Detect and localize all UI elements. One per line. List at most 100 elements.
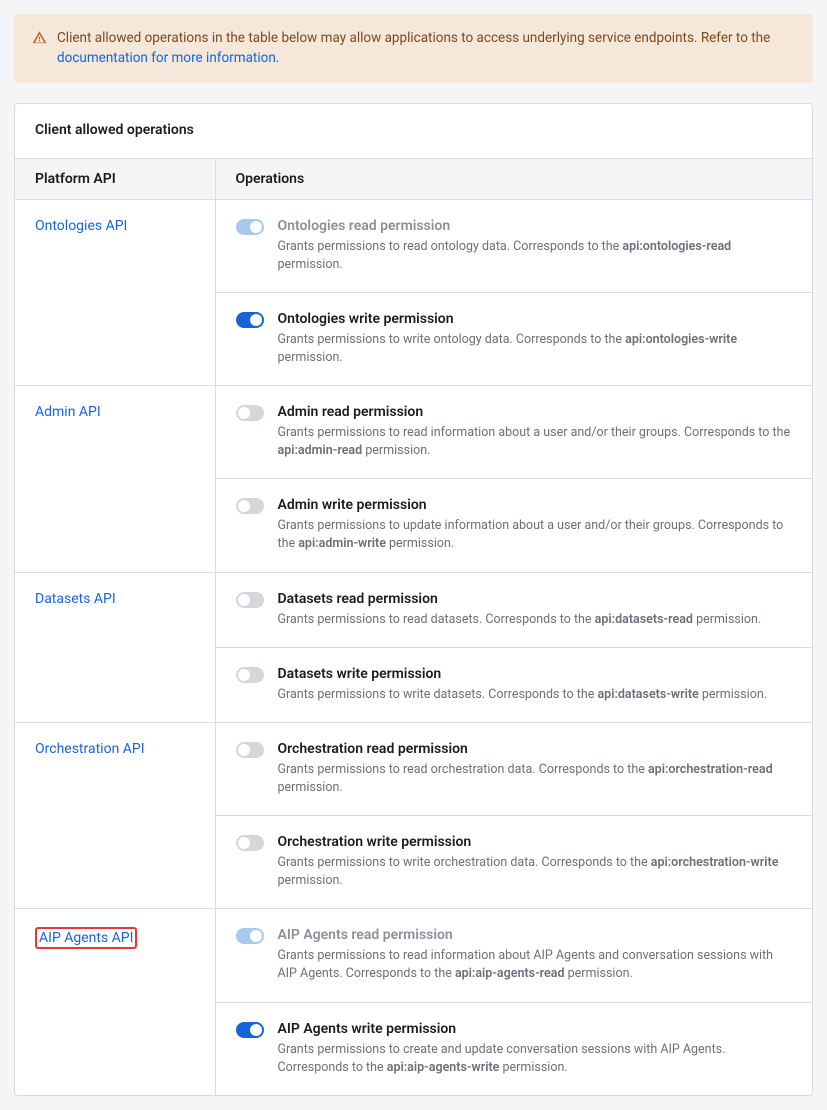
desc-post: permission. <box>362 443 430 458</box>
permission-code: api:admin-read <box>278 443 363 458</box>
api-link[interactable]: Ontologies API <box>35 218 127 234</box>
ops-cell: Admin read permissionGrants permissions … <box>215 386 812 573</box>
permission-code: api:ontologies-write <box>625 332 737 347</box>
permission-toggle[interactable] <box>236 405 264 421</box>
operation-text: AIP Agents read permissionGrants permiss… <box>278 927 793 983</box>
operation-text: Orchestration write permission Grants per… <box>278 834 793 890</box>
operation-row: Orchestration read permission Grants perm… <box>216 723 813 816</box>
alert-text-pre: Client allowed operations in the table b… <box>57 30 770 46</box>
permission-code: api:aip-agents-read <box>455 966 565 981</box>
operation-row: Admin write permissionGrants permissions… <box>216 479 813 571</box>
ops-cell: Ontologies read permission Grants permiss… <box>215 199 812 386</box>
operation-title: Orchestration read permission <box>278 741 793 757</box>
highlight-box: AIP Agents API <box>35 927 137 949</box>
operation-description: Grants permissions to write orchestratio… <box>278 854 793 890</box>
operation-text: Datasets read permission Grants permissio… <box>278 591 793 629</box>
operation-description: Grants permissions to create and update … <box>278 1041 793 1077</box>
operation-title: Datasets write permission <box>278 666 793 682</box>
permission-code: api:orchestration-write <box>651 855 779 870</box>
operation-row: AIP Agents read permissionGrants permiss… <box>216 909 813 1002</box>
permission-toggle[interactable] <box>236 592 264 608</box>
api-cell: Ontologies API <box>15 199 215 386</box>
operation-row: AIP Agents write permission Grants permis… <box>216 1003 813 1095</box>
ops-cell: Datasets read permission Grants permissio… <box>215 572 812 722</box>
operation-title: Ontologies write permission <box>278 311 793 327</box>
warning-alert: Client allowed operations in the table b… <box>14 14 813 83</box>
operation-row: Ontologies write permission Grants permis… <box>216 293 813 385</box>
operation-text: Ontologies read permission Grants permiss… <box>278 218 793 274</box>
alert-text: Client allowed operations in the table b… <box>57 28 795 69</box>
permission-code: api:datasets-write <box>597 687 698 702</box>
permission-toggle <box>236 219 264 235</box>
permission-toggle[interactable] <box>236 498 264 514</box>
operation-title: Ontologies read permission <box>278 218 793 234</box>
desc-pre: Grants permissions to read information a… <box>278 425 791 440</box>
desc-post: permission. <box>699 687 767 702</box>
toggle-knob <box>238 500 250 512</box>
toggle-knob <box>238 407 250 419</box>
operation-text: Orchestration read permission Grants perm… <box>278 741 793 797</box>
api-link[interactable]: Admin API <box>35 404 101 420</box>
ops-cell: Orchestration read permission Grants perm… <box>215 722 812 909</box>
api-cell: Datasets API <box>15 572 215 722</box>
permission-toggle[interactable] <box>236 312 264 328</box>
operation-text: Admin write permissionGrants permissions… <box>278 497 793 553</box>
operation-text: Datasets write permission Grants permissi… <box>278 666 793 704</box>
toggle-knob <box>238 669 250 681</box>
operation-row: Orchestration write permission Grants per… <box>216 816 813 908</box>
toggle-knob <box>250 930 262 942</box>
table-row: Admin API Admin read permissionGrants per… <box>15 386 812 573</box>
desc-post: permission. <box>386 536 454 551</box>
desc-pre: Grants permissions to write orchestratio… <box>278 855 651 870</box>
toggle-knob <box>238 744 250 756</box>
toggle-knob <box>238 594 250 606</box>
operation-title: AIP Agents write permission <box>278 1021 793 1037</box>
operation-description: Grants permissions to read datasets. Cor… <box>278 611 793 629</box>
permission-toggle[interactable] <box>236 667 264 683</box>
operation-text: AIP Agents write permission Grants permis… <box>278 1021 793 1077</box>
operations-card: Client allowed operations Platform API O… <box>14 103 813 1096</box>
permission-toggle[interactable] <box>236 742 264 758</box>
operation-description: Grants permissions to read orchestration… <box>278 761 793 797</box>
toggle-knob <box>250 1024 262 1036</box>
card-title: Client allowed operations <box>15 104 812 158</box>
desc-pre: Grants permissions to read datasets. Cor… <box>278 612 595 627</box>
permission-toggle[interactable] <box>236 1022 264 1038</box>
desc-pre: Grants permissions to read ontology data… <box>278 239 623 254</box>
api-cell: AIP Agents API <box>15 909 215 1095</box>
permission-code: api:aip-agents-write <box>387 1060 500 1075</box>
operation-text: Admin read permissionGrants permissions … <box>278 404 793 460</box>
operation-row: Admin read permissionGrants permissions … <box>216 386 813 479</box>
operation-description: Grants permissions to write datasets. Co… <box>278 686 793 704</box>
api-cell: Orchestration API <box>15 722 215 909</box>
api-link[interactable]: AIP Agents API <box>39 930 133 946</box>
permission-code: api:orchestration-read <box>648 762 773 777</box>
operation-title: AIP Agents read permission <box>278 927 793 943</box>
api-link[interactable]: Orchestration API <box>35 741 145 757</box>
operation-text: Ontologies write permission Grants permis… <box>278 311 793 367</box>
ops-cell: AIP Agents read permission Grants permiss… <box>215 909 812 1095</box>
permission-code: api:admin-write <box>298 536 386 551</box>
permission-toggle[interactable] <box>236 835 264 851</box>
table-row: Ontologies API Ontologies read permission… <box>15 199 812 386</box>
desc-post: permission. <box>278 257 343 272</box>
table-row: AIP Agents API AIP Agents read permission… <box>15 909 812 1095</box>
desc-post: permission. <box>278 780 343 795</box>
desc-post: permission. <box>565 966 633 981</box>
desc-pre: Grants permissions to write datasets. Co… <box>278 687 598 702</box>
api-link[interactable]: Datasets API <box>35 591 116 607</box>
permission-toggle <box>236 928 264 944</box>
warning-icon <box>32 30 47 49</box>
operation-row: Datasets write permission Grants permissi… <box>216 648 813 722</box>
operation-title: Datasets read permission <box>278 591 793 607</box>
desc-pre: Grants permissions to write ontology dat… <box>278 332 626 347</box>
operation-title: Orchestration write permission <box>278 834 793 850</box>
desc-post: permission. <box>278 873 343 888</box>
table-row: Orchestration API Orchestration read perm… <box>15 722 812 909</box>
desc-post: permission. <box>693 612 761 627</box>
operation-title: Admin write permission <box>278 497 793 513</box>
permission-code: api:datasets-read <box>595 612 693 627</box>
operation-description: Grants permissions to read information a… <box>278 424 793 460</box>
toggle-knob <box>250 221 262 233</box>
documentation-link[interactable]: documentation for more information. <box>57 50 279 66</box>
